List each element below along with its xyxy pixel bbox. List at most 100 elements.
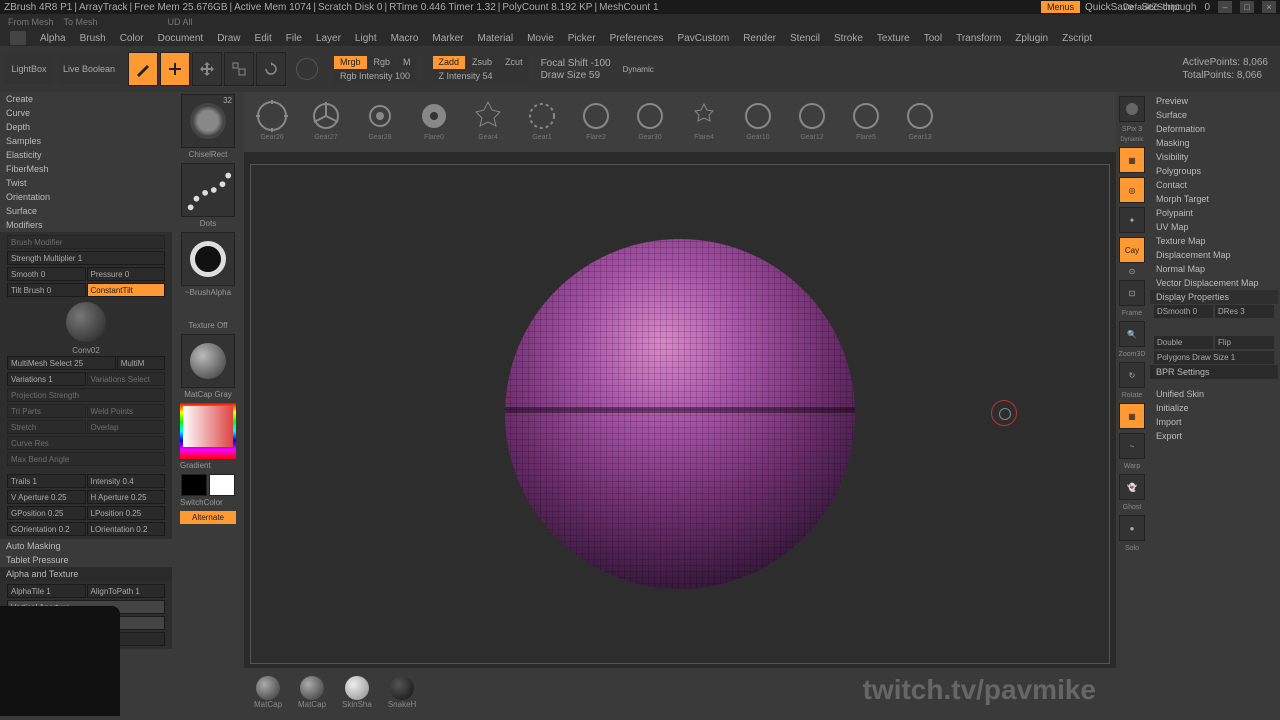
double[interactable]: Double	[1154, 336, 1213, 349]
rp-polygroups[interactable]: Polygroups	[1150, 164, 1278, 178]
lp-samples[interactable]: Samples	[0, 134, 172, 148]
menu-movie[interactable]: Movie	[527, 33, 554, 44]
menu-tool[interactable]: Tool	[924, 33, 942, 44]
alternate-button[interactable]: Alternate	[180, 511, 236, 524]
rside-btn[interactable]: ▦	[1119, 403, 1145, 429]
lp-tablet[interactable]: Tablet Pressure	[0, 553, 172, 567]
color-swatch-main[interactable]	[181, 474, 207, 496]
menu-layer[interactable]: Layer	[316, 33, 341, 44]
edit-tool[interactable]	[128, 52, 158, 86]
l-orientation[interactable]: LOrientation 0.2	[87, 522, 166, 536]
lp-fibermesh[interactable]: FiberMesh	[0, 162, 172, 176]
pressure[interactable]: Pressure 0	[87, 267, 166, 281]
aligntopath[interactable]: AlignToPath 1	[87, 584, 166, 598]
menu-transform[interactable]: Transform	[956, 33, 1001, 44]
color-swatch-secondary[interactable]	[209, 474, 235, 496]
rp-visibility[interactable]: Visibility	[1150, 150, 1278, 164]
menu-file[interactable]: File	[286, 33, 302, 44]
gear-item[interactable]: Gear13	[896, 98, 944, 146]
tilt-brush[interactable]: Tilt Brush 0	[7, 283, 86, 297]
rside-btn[interactable]: ✦	[1119, 207, 1145, 233]
flip[interactable]: Flip	[1215, 336, 1274, 349]
menu-marker[interactable]: Marker	[432, 33, 463, 44]
menu-zplugin[interactable]: Zplugin	[1015, 33, 1048, 44]
zadd-button[interactable]: Zadd	[433, 56, 466, 69]
gear-item[interactable]: Flare2	[572, 98, 620, 146]
gear-item[interactable]: Gear30	[626, 98, 674, 146]
zbrush-logo[interactable]	[10, 31, 26, 45]
material-thumb[interactable]: MatCap	[298, 676, 326, 709]
rside-ghost[interactable]: 👻	[1119, 474, 1145, 500]
mrgb-button[interactable]: Mrgb	[334, 56, 367, 69]
gear-item[interactable]: Gear26	[248, 98, 296, 146]
rside-btn[interactable]: ▦	[1119, 147, 1145, 173]
lp-alphatex[interactable]: Alpha and Texture	[0, 567, 172, 581]
rp-dispmap[interactable]: Displacement Map	[1150, 248, 1278, 262]
rside-btn[interactable]: ◎	[1119, 177, 1145, 203]
strength-multiplier[interactable]: Strength Multiplier 1	[7, 251, 165, 265]
multimesh-select[interactable]: MultiMesh Select 25	[7, 356, 116, 370]
lp-depth[interactable]: Depth	[0, 120, 172, 134]
dres[interactable]: DRes 3	[1215, 305, 1274, 318]
color-picker[interactable]	[180, 403, 236, 459]
gear-item[interactable]: Gear28	[356, 98, 404, 146]
smooth[interactable]: Smooth 0	[7, 267, 86, 281]
g-position[interactable]: GPosition 0.25	[7, 506, 86, 520]
bpr-settings[interactable]: BPR Settings	[1150, 365, 1278, 379]
rside-frame[interactable]: ⊡	[1119, 280, 1145, 306]
rp-deformation[interactable]: Deformation	[1150, 122, 1278, 136]
live-boolean-button[interactable]: Live Boolean	[58, 54, 120, 84]
menu-macro[interactable]: Macro	[391, 33, 419, 44]
variations[interactable]: Variations 1	[7, 372, 86, 386]
zsub-button[interactable]: Zsub	[466, 56, 498, 69]
menu-stroke[interactable]: Stroke	[834, 33, 863, 44]
dsmooth[interactable]: DSmooth 0	[1154, 305, 1213, 318]
menu-stencil[interactable]: Stencil	[790, 33, 820, 44]
menu-picker[interactable]: Picker	[568, 33, 596, 44]
brush-alpha[interactable]	[181, 232, 235, 286]
texture-slot[interactable]	[181, 334, 235, 388]
menu-brush[interactable]: Brush	[80, 33, 106, 44]
alphatile[interactable]: AlphaTile 1	[7, 584, 86, 598]
gradient-label[interactable]: Gradient	[180, 461, 236, 470]
lp-twist[interactable]: Twist	[0, 176, 172, 190]
menu-color[interactable]: Color	[120, 33, 144, 44]
rp-polypaint[interactable]: Polypaint	[1150, 206, 1278, 220]
gear-item[interactable]: Gear10	[734, 98, 782, 146]
rp-preview[interactable]: Preview	[1150, 94, 1278, 108]
lp-modifiers[interactable]: Modifiers	[0, 218, 172, 232]
focal-shift[interactable]: Focal Shift -100	[541, 58, 611, 69]
lp-curve[interactable]: Curve	[0, 106, 172, 120]
menu-zscript[interactable]: Zscript	[1062, 33, 1092, 44]
menu-alpha[interactable]: Alpha	[40, 33, 66, 44]
gear-item[interactable]: Flare4	[680, 98, 728, 146]
rp-unified[interactable]: Unified Skin	[1150, 387, 1278, 401]
lp-surface[interactable]: Surface	[0, 204, 172, 218]
menu-material[interactable]: Material	[478, 33, 514, 44]
l-position[interactable]: LPosition 0.25	[87, 506, 166, 520]
rside-solo[interactable]: ●	[1119, 515, 1145, 541]
trails[interactable]: Trails 1	[7, 474, 86, 488]
rp-import[interactable]: Import	[1150, 415, 1278, 429]
rp-contact[interactable]: Contact	[1150, 178, 1278, 192]
lp-orientation[interactable]: Orientation	[0, 190, 172, 204]
material-thumb[interactable]: SnakeH	[388, 676, 416, 709]
z-intensity[interactable]: Z Intensity 54	[433, 70, 529, 83]
menu-render[interactable]: Render	[743, 33, 776, 44]
gear-item[interactable]: Gear12	[788, 98, 836, 146]
intensity[interactable]: Intensity 0.4	[87, 474, 166, 488]
rside-zoom[interactable]: 🔍	[1119, 321, 1145, 347]
material-thumb[interactable]: SkinSha	[342, 676, 372, 709]
menu-preferences[interactable]: Preferences	[610, 33, 664, 44]
rp-surface[interactable]: Surface	[1150, 108, 1278, 122]
menu-edit[interactable]: Edit	[255, 33, 272, 44]
default-zscript[interactable]: DefaultZScript	[1123, 2, 1180, 12]
gear-item[interactable]: Gear1	[518, 98, 566, 146]
canvas-viewport[interactable]	[250, 164, 1110, 664]
rp-masking[interactable]: Masking	[1150, 136, 1278, 150]
menu-texture[interactable]: Texture	[877, 33, 910, 44]
dynamic-label[interactable]: Dynamic	[623, 65, 654, 74]
lp-create[interactable]: Create	[0, 92, 172, 106]
lp-automasking[interactable]: Auto Masking	[0, 539, 172, 553]
rp-initialize[interactable]: Initialize	[1150, 401, 1278, 415]
